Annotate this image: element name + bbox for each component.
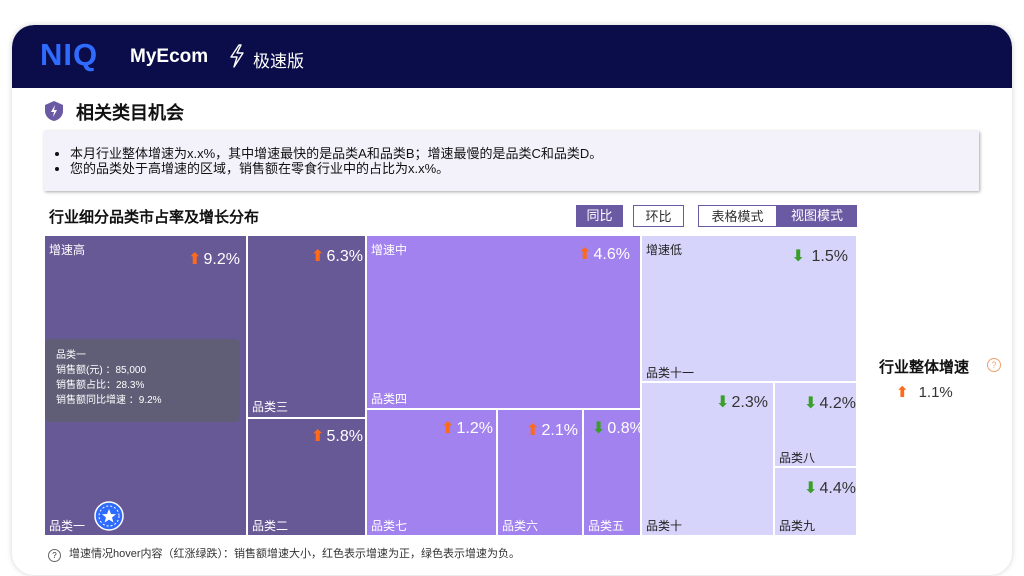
tooltip-share: 销售额占比：28.3%: [56, 380, 145, 391]
growth-value: ⬆ 6.3%: [311, 248, 363, 265]
growth-value: ⬇ 2.3%: [716, 394, 768, 411]
growth-value: ⬆ 4.6%: [578, 246, 630, 263]
footer-note: ? 增速情况hover内容（红涨绿跌）：销售额增速大小，红色表示增速为正，绿色表示…: [48, 545, 520, 562]
growth-value: ⬆ 1.2%: [441, 420, 493, 437]
yoy-toggle-button[interactable]: 同比: [576, 205, 623, 227]
treemap-tile-cat2[interactable]: ⬆ 5.8% 品类二: [247, 418, 366, 536]
overall-growth-value: ⬆ 1.1%: [896, 384, 953, 401]
arrow-down-icon: ⬇: [791, 248, 806, 265]
insight-item: 您的品类处于高增速的区域，销售额在零食行业中的占比为x.x%。: [70, 161, 979, 176]
tile-label: 品类四: [371, 392, 408, 406]
growth-value: ⬇ 4.2%: [804, 395, 856, 412]
footer-text: 增速情况hover内容（红涨绿跌）：销售额增速大小，红色表示增速为正，绿色表示增…: [69, 548, 521, 560]
treemap-tile-cat11[interactable]: 增速低 ⬇ 1.5% 品类十一: [641, 235, 857, 382]
growth-value: ⬆ 5.8%: [311, 428, 363, 445]
insight-item: 本月行业整体增速为x.x%，其中增速最快的是品类A和品类B；增速最慢的是品类C和…: [70, 146, 979, 161]
growth-value: ⬇ 1.5%: [791, 248, 848, 265]
lightning-icon: [230, 44, 244, 68]
insights-panel: 本月行业整体增速为x.x%，其中增速最快的是品类A和品类B；增速最慢的是品类C和…: [44, 131, 979, 191]
help-icon[interactable]: ?: [48, 549, 61, 562]
treemap-tile-cat3[interactable]: ⬆ 6.3% 品类三: [247, 235, 366, 418]
chart-title: 行业细分品类市占率及增长分布: [49, 209, 260, 226]
growth-value: ⬆ 2.1%: [526, 422, 578, 439]
arrow-up-icon: ⬆: [896, 384, 909, 401]
arrow-down-icon: ⬇: [716, 394, 730, 411]
main-card: NIQ MyEcom 极速版 相关类目机会 本月行业整体增速为x.x%，其中增速…: [12, 25, 1012, 575]
arrow-down-icon: ⬇: [804, 480, 818, 497]
view-mode-button[interactable]: 视图模式: [777, 205, 857, 227]
growth-value: ⬆ 9.2%: [188, 251, 240, 268]
arrow-up-icon: ⬆: [311, 428, 325, 445]
overall-growth-title: 行业整体增速: [879, 359, 970, 376]
arrow-up-icon: ⬆: [188, 251, 202, 268]
tile-label: 品类十一: [646, 366, 695, 380]
tile-label: 品类十: [646, 519, 683, 533]
treemap-tile-cat9[interactable]: ⬇ 4.4% 品类九: [774, 467, 857, 536]
treemap-tile-cat5[interactable]: ⬇ 0.8% 品类五: [583, 409, 641, 536]
group-label-low: 增速低: [646, 243, 683, 257]
hover-tooltip: 品类一 销售额(元) ：85,000 销售额占比：28.3% 销售额同比增速 ：…: [45, 339, 240, 422]
treemap-tile-cat4[interactable]: 增速中 ⬆ 4.6% 品类四: [366, 235, 641, 409]
tooltip-yoy: 销售额同比增速 ：9.2%: [56, 395, 162, 406]
growth-value: ⬇ 0.8%: [592, 420, 641, 437]
star-badge-icon[interactable]: [94, 501, 124, 531]
tile-label: 品类三: [252, 400, 289, 414]
table-mode-button[interactable]: 表格模式: [698, 205, 777, 227]
group-label-high: 增速高: [49, 243, 86, 257]
growth-value: ⬇ 4.4%: [804, 480, 856, 497]
arrow-up-icon: ⬆: [441, 420, 455, 437]
tile-label: 品类六: [502, 519, 539, 533]
arrow-up-icon: ⬆: [578, 246, 592, 263]
tile-label: 品类二: [252, 519, 289, 533]
group-label-mid: 增速中: [371, 243, 408, 257]
treemap-tile-cat10[interactable]: ⬇ 2.3% 品类十: [641, 382, 774, 536]
arrow-up-icon: ⬆: [311, 248, 325, 265]
shield-badge-icon: [45, 101, 63, 121]
tile-label: 品类七: [371, 519, 408, 533]
tile-label: 品类一: [49, 519, 86, 533]
treemap-tile-cat6[interactable]: ⬆ 2.1% 品类六: [497, 409, 583, 536]
help-icon[interactable]: ?: [987, 358, 1001, 372]
tile-label: 品类九: [779, 519, 816, 533]
section-title: 相关类目机会: [76, 103, 184, 123]
tile-label: 品类八: [779, 451, 816, 465]
tile-label: 品类五: [588, 519, 625, 533]
app-name: MyEcom: [130, 46, 209, 67]
arrow-up-icon: ⬆: [526, 422, 540, 439]
treemap-tile-cat8[interactable]: ⬇ 4.2% 品类八: [774, 382, 857, 467]
mom-toggle-button[interactable]: 环比: [633, 205, 684, 227]
app-header: NIQ MyEcom 极速版: [12, 25, 1012, 88]
arrow-down-icon: ⬇: [592, 420, 606, 437]
treemap-tile-cat7[interactable]: ⬆ 1.2% 品类七: [366, 409, 497, 536]
edition-label: 极速版: [253, 52, 304, 71]
arrow-down-icon: ⬇: [804, 395, 818, 412]
tooltip-name: 品类一: [56, 350, 86, 361]
niq-logo[interactable]: NIQ: [40, 37, 98, 73]
tooltip-sales: 销售额(元) ：85,000: [56, 365, 147, 376]
